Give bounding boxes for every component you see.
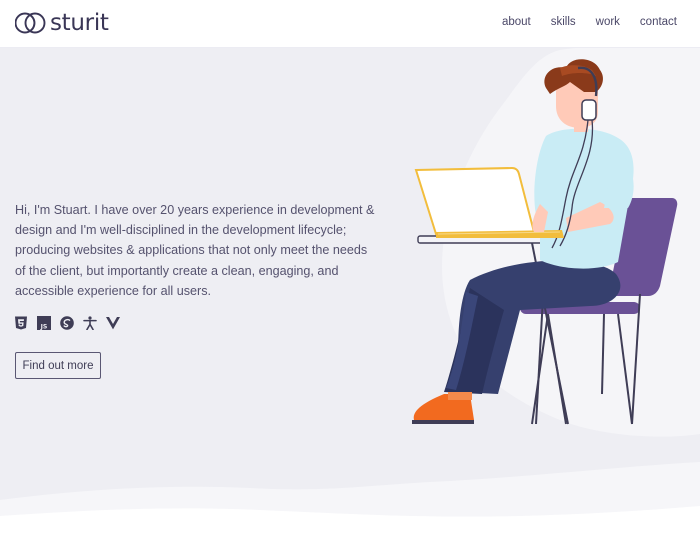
top-navigation-bar: sturit about skills work contact [0,0,700,48]
site-logo[interactable]: sturit [15,11,109,35]
nav-link-contact[interactable]: contact [640,16,677,28]
interlocking-circles-icon [15,12,46,34]
hero-section: Hi, I'm Stuart. I have over 20 years exp… [0,48,700,542]
brand-name: sturit [50,10,109,36]
nav-link-work[interactable]: work [596,16,620,28]
shoes [412,392,474,424]
main-nav: about skills work contact [482,16,677,28]
legs [444,260,621,394]
nav-link-about[interactable]: about [502,16,531,28]
developer-illustration [412,59,678,425]
nav-link-skills[interactable]: skills [551,16,576,28]
torso [534,128,634,269]
